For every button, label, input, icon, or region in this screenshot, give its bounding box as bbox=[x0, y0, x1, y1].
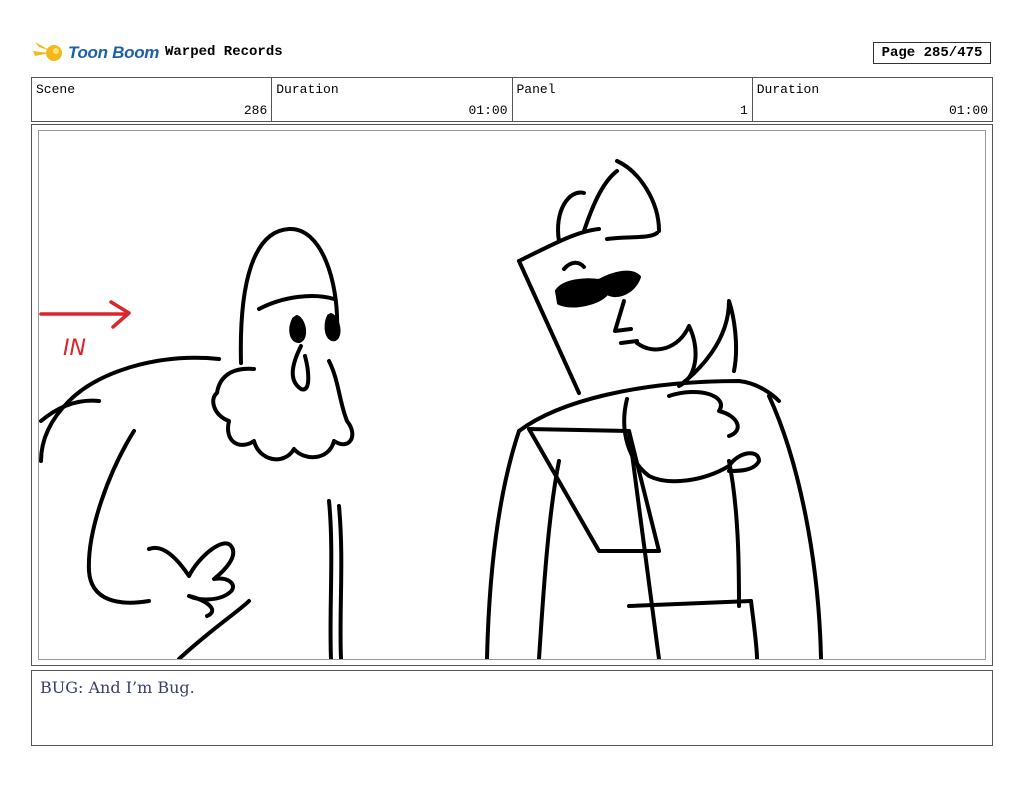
right-character-sketch bbox=[485, 159, 823, 659]
right-hair-4 bbox=[605, 231, 659, 241]
right-nose bbox=[613, 299, 633, 333]
storyboard-panel-frame: IN bbox=[31, 124, 993, 666]
right-shoulder bbox=[517, 379, 781, 433]
dialog-box: BUG: And I’m Bug. bbox=[31, 670, 993, 746]
left-beard bbox=[211, 359, 355, 462]
dialog-text: BUG: And I’m Bug. bbox=[40, 678, 195, 697]
panel-value: 1 bbox=[739, 103, 748, 118]
scene-duration-value: 01:00 bbox=[468, 103, 508, 118]
right-beard bbox=[635, 299, 739, 388]
project-title: Warped Records bbox=[165, 44, 283, 60]
right-body-left bbox=[485, 429, 521, 659]
left-eye-left bbox=[289, 315, 306, 343]
right-fingers bbox=[667, 389, 740, 438]
logo-text: Toon Boom bbox=[68, 43, 160, 62]
scene-cell: Scene 286 bbox=[32, 78, 273, 121]
right-leg-line bbox=[749, 599, 759, 659]
left-body-front bbox=[327, 499, 334, 659]
left-hood-brim bbox=[257, 294, 336, 311]
right-coat-line bbox=[627, 429, 661, 659]
toon-boom-star-icon bbox=[33, 42, 62, 63]
right-hair-2 bbox=[582, 169, 619, 233]
scene-label: Scene bbox=[36, 82, 76, 97]
left-arm-line bbox=[39, 398, 101, 423]
entrance-arrow-annotation: IN bbox=[39, 300, 131, 361]
panel-cell: Panel 1 bbox=[513, 78, 753, 121]
right-sunglasses bbox=[555, 270, 641, 308]
right-arm-line bbox=[727, 459, 741, 608]
page-indicator: Page 285/475 bbox=[873, 42, 991, 64]
right-torso-left bbox=[537, 459, 561, 659]
left-hand bbox=[147, 541, 236, 618]
left-character-sketch bbox=[39, 226, 355, 659]
panel-duration-cell: Duration 01:00 bbox=[753, 78, 992, 121]
scene-info-row: Scene 286 Duration 01:00 Panel 1 Duratio… bbox=[31, 77, 993, 122]
toon-boom-logo: Toon Boom bbox=[33, 38, 159, 68]
in-annotation-text: IN bbox=[63, 336, 86, 361]
right-mouth bbox=[619, 339, 639, 345]
right-hair-3 bbox=[615, 159, 661, 233]
storyboard-panel-drawing: IN bbox=[38, 130, 986, 660]
right-brow bbox=[562, 260, 586, 271]
scene-duration-label: Duration bbox=[276, 82, 339, 97]
sketch-canvas: IN bbox=[39, 159, 823, 659]
right-belt bbox=[627, 599, 753, 608]
panel-duration-label: Duration bbox=[756, 82, 820, 97]
left-body-inner bbox=[337, 504, 344, 659]
panel-duration-value: 01:00 bbox=[948, 103, 988, 118]
right-body-right bbox=[767, 394, 823, 659]
left-nose bbox=[290, 344, 311, 392]
left-eye-right bbox=[324, 313, 341, 342]
panel-label: Panel bbox=[516, 82, 556, 97]
right-hand bbox=[622, 397, 761, 484]
scene-duration-cell: Duration 01:00 bbox=[272, 78, 513, 121]
scene-value: 286 bbox=[243, 103, 268, 118]
left-body-back bbox=[39, 355, 221, 463]
left-arm bbox=[86, 429, 151, 605]
